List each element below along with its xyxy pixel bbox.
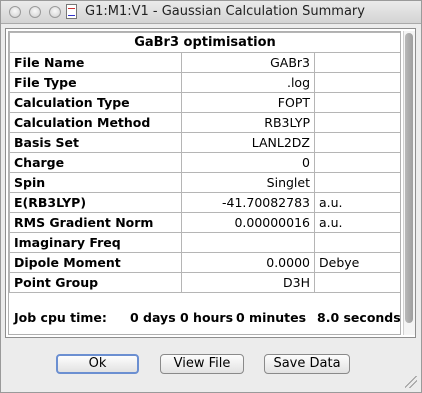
zoom-window-button[interactable] xyxy=(49,6,61,18)
row-unit: a.u. xyxy=(313,192,400,213)
save-data-button[interactable]: Save Data xyxy=(264,354,350,374)
row-label: Dipole Moment xyxy=(9,252,182,273)
title-bar: G1:M1:V1 - Gaussian Calculation Summary xyxy=(1,1,421,24)
row-unit xyxy=(313,52,400,73)
table-row: Point Group D3H xyxy=(9,272,400,293)
row-label: Point Group xyxy=(9,272,182,293)
job-cpu-minutes: 0 minutes xyxy=(236,310,307,325)
ok-button[interactable]: Ok xyxy=(56,354,139,374)
row-label: File Type xyxy=(9,72,182,93)
resize-grip-icon[interactable] xyxy=(405,376,417,388)
row-unit xyxy=(313,152,400,173)
minimize-window-button[interactable] xyxy=(29,6,41,18)
row-label: File Name xyxy=(9,52,182,73)
close-window-button[interactable] xyxy=(9,6,21,18)
row-value: Singlet xyxy=(181,172,315,193)
row-label: Spin xyxy=(9,172,182,193)
table-row: Calculation Type FOPT xyxy=(9,92,400,113)
table-header-row: GaBr3 optimisation xyxy=(9,32,400,53)
row-value: FOPT xyxy=(181,92,315,113)
vertical-scrollbar[interactable] xyxy=(403,31,415,335)
row-unit xyxy=(313,272,400,293)
table-row: Calculation Method RB3LYP xyxy=(9,112,400,133)
scrollbar-thumb[interactable] xyxy=(405,33,413,323)
row-unit xyxy=(313,92,400,113)
row-value: 0.00000016 xyxy=(181,212,315,233)
summary-panel: GaBr3 optimisation File Name GABr3 File Ty… xyxy=(5,28,416,338)
summary-window: G1:M1:V1 - Gaussian Calculation Summary … xyxy=(0,0,422,393)
row-unit xyxy=(313,172,400,193)
row-unit xyxy=(313,72,400,93)
row-label: Basis Set xyxy=(9,132,182,153)
table-row: File Name GABr3 xyxy=(9,52,400,73)
row-unit xyxy=(313,132,400,153)
summary-table: GaBr3 optimisation File Name GABr3 File Ty… xyxy=(9,32,400,293)
table-row: RMS Gradient Norm 0.00000016 a.u. xyxy=(9,212,400,233)
row-label: E(RB3LYP) xyxy=(9,192,182,213)
row-value: .log xyxy=(181,72,315,93)
row-unit xyxy=(313,232,400,253)
row-value: D3H xyxy=(181,272,315,293)
job-cpu-hours: 0 hours xyxy=(180,310,234,325)
table-row: File Type .log xyxy=(9,72,400,93)
row-value: GABr3 xyxy=(181,52,315,73)
summary-table-area: GaBr3 optimisation File Name GABr3 File Ty… xyxy=(8,31,401,335)
row-label: Imaginary Freq xyxy=(9,232,182,253)
table-row: E(RB3LYP) -41.70082783 a.u. xyxy=(9,192,400,213)
row-unit xyxy=(313,112,400,133)
table-row: Basis Set LANL2DZ xyxy=(9,132,400,153)
job-cpu-days: 0 days xyxy=(130,310,176,325)
job-cpu-seconds: 8.0 seconds. xyxy=(317,310,401,325)
row-value: -41.70082783 xyxy=(181,192,315,213)
row-label: Calculation Method xyxy=(9,112,182,133)
document-icon xyxy=(66,4,77,19)
table-row: Imaginary Freq xyxy=(9,232,400,253)
row-unit: Debye xyxy=(313,252,400,273)
table-row: Charge 0 xyxy=(9,152,400,173)
row-value xyxy=(181,232,315,253)
row-label: Charge xyxy=(9,152,182,173)
job-cpu-label: Job cpu time: xyxy=(14,310,107,325)
job-cpu-time: Job cpu time: 0 days 0 hours 0 minutes 8.0 s… xyxy=(14,310,401,325)
row-label: RMS Gradient Norm xyxy=(9,212,182,233)
row-label: Calculation Type xyxy=(9,92,182,113)
summary-title: GaBr3 optimisation xyxy=(9,32,400,53)
row-value: RB3LYP xyxy=(181,112,315,133)
row-value: 0.0000 xyxy=(181,252,315,273)
table-row: Spin Singlet xyxy=(9,172,400,193)
row-unit: a.u. xyxy=(313,212,400,233)
view-file-button[interactable]: View File xyxy=(160,354,244,374)
row-value: 0 xyxy=(181,152,315,173)
row-value: LANL2DZ xyxy=(181,132,315,153)
window-title: G1:M1:V1 - Gaussian Calculation Summary xyxy=(85,4,365,19)
table-row: Dipole Moment 0.0000 Debye xyxy=(9,252,400,273)
